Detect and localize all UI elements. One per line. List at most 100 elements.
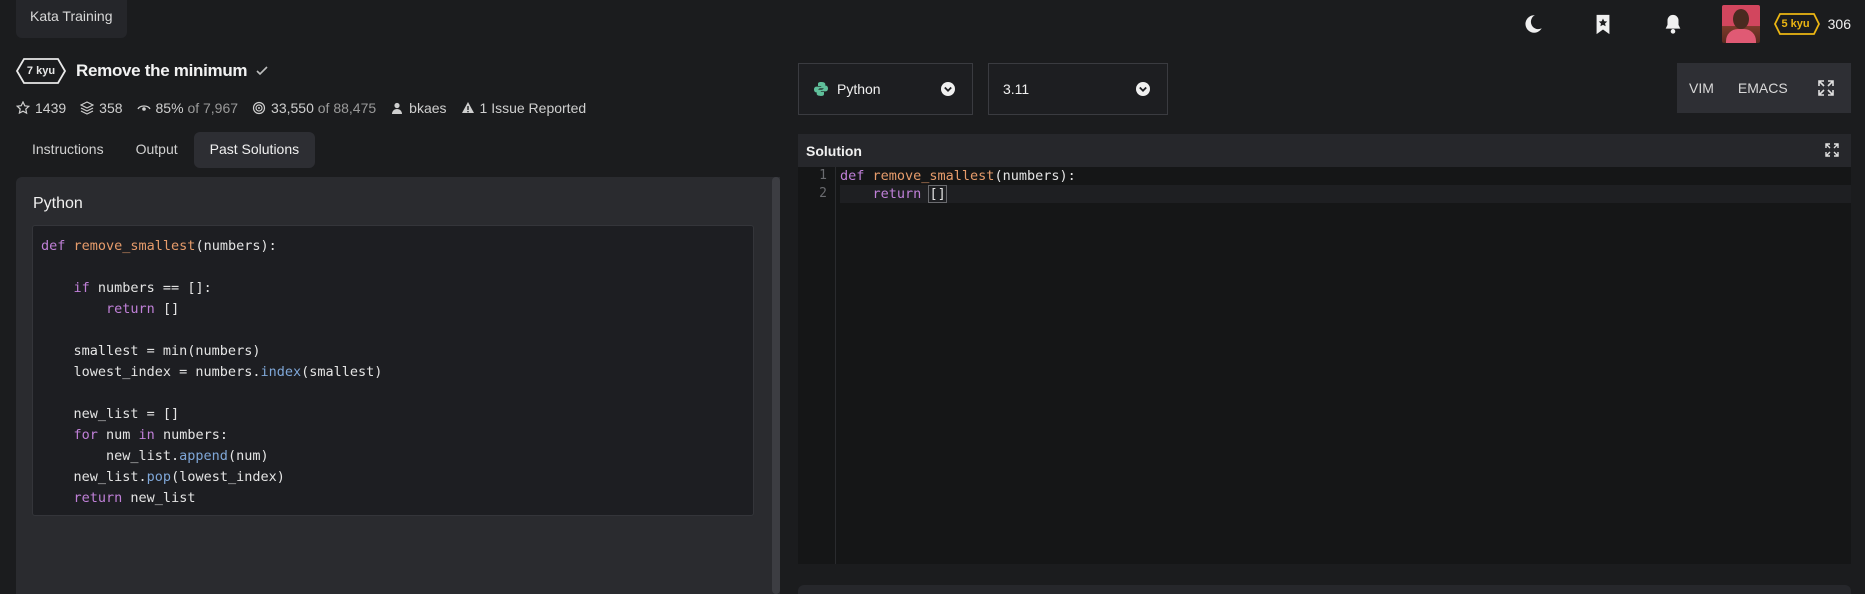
emacs-button[interactable]: EMACS bbox=[1726, 63, 1800, 113]
stars-stat[interactable]: 1439 bbox=[16, 100, 66, 116]
kata-rank-badge: 7 kyu bbox=[16, 58, 66, 84]
code-token: index bbox=[260, 364, 302, 380]
fullscreen-button[interactable] bbox=[1800, 63, 1851, 113]
top-bar: Kata Training 5 kyu 306 bbox=[0, 0, 1865, 48]
python-icon bbox=[814, 82, 828, 96]
bell-icon[interactable] bbox=[1662, 13, 1684, 35]
bookmark-star-icon[interactable] bbox=[1592, 13, 1614, 35]
language-select-value: Python bbox=[837, 81, 881, 97]
code-line: def remove_smallest(numbers): bbox=[840, 167, 1851, 185]
code-line: if numbers == []: bbox=[41, 278, 745, 299]
code-line: for num in numbers: bbox=[41, 425, 745, 446]
kata-training-label[interactable]: Kata Training bbox=[16, 0, 127, 38]
line-number: 1 bbox=[819, 168, 827, 183]
tab-output[interactable]: Output bbox=[120, 132, 194, 168]
expand-icon bbox=[1817, 80, 1834, 96]
completed-stat: 33,550 of 88,475 bbox=[252, 100, 376, 116]
kata-tabs: Instructions Output Past Solutions bbox=[16, 132, 316, 168]
code-token: smallest = min(numbers) bbox=[41, 343, 261, 359]
code-line: return [] bbox=[840, 185, 1851, 203]
code-token: def bbox=[41, 238, 74, 254]
code-token: pop bbox=[146, 469, 172, 485]
kata-rank-label: 7 kyu bbox=[26, 65, 56, 77]
code-token: remove_smallest bbox=[73, 238, 196, 254]
code-token: [] bbox=[154, 301, 180, 317]
code-token: (lowest_index) bbox=[171, 469, 285, 485]
target-icon bbox=[252, 101, 266, 115]
code-token: def bbox=[840, 168, 873, 184]
tab-instructions[interactable]: Instructions bbox=[16, 132, 120, 168]
eye-icon bbox=[136, 105, 151, 111]
honor-points: 306 bbox=[1827, 16, 1851, 32]
check-icon bbox=[256, 66, 268, 76]
star-icon bbox=[16, 101, 30, 115]
code-token: (num) bbox=[227, 448, 269, 464]
code-token: lowest_index = numbers. bbox=[41, 364, 261, 380]
user-rank-badge: 5 kyu bbox=[1773, 13, 1820, 35]
code-token: return bbox=[872, 186, 922, 202]
code-token: (numbers): bbox=[195, 238, 277, 254]
code-token: numbers: bbox=[154, 427, 228, 443]
vim-button[interactable]: VIM bbox=[1677, 63, 1726, 113]
warning-icon bbox=[461, 102, 474, 113]
top-right-toolbar: 5 kyu 306 bbox=[1498, 5, 1851, 43]
version-select-value: 3.11 bbox=[1003, 81, 1030, 97]
code-token: in bbox=[138, 427, 155, 443]
code-line: lowest_index = numbers.index(smallest) bbox=[41, 362, 745, 383]
chevron-down-icon bbox=[1136, 82, 1150, 96]
issues-stat[interactable]: 1 Issue Reported bbox=[461, 100, 586, 116]
user-icon bbox=[392, 102, 403, 114]
code-token: remove_smallest bbox=[872, 168, 995, 184]
code-token: new_list bbox=[122, 490, 196, 506]
code-line: def remove_smallest(numbers): bbox=[41, 236, 745, 257]
code-token: [] bbox=[928, 185, 947, 203]
expand-icon[interactable] bbox=[1825, 143, 1839, 157]
panel-scrollbar[interactable] bbox=[772, 177, 780, 594]
code-token: numbers == []: bbox=[89, 280, 212, 296]
past-solution-code: def remove_smallest(numbers): if numbers… bbox=[32, 225, 754, 516]
code-token: new_list. bbox=[41, 469, 147, 485]
code-token: if bbox=[73, 280, 90, 296]
moon-icon[interactable] bbox=[1522, 13, 1544, 35]
author-stat[interactable]: bkaes bbox=[390, 100, 447, 116]
kata-title: Remove the minimum bbox=[76, 61, 248, 80]
language-select[interactable]: Python bbox=[798, 63, 973, 115]
satisfaction-stat: 85% of 7,967 bbox=[136, 100, 238, 116]
code-line: new_list.pop(lowest_index) bbox=[41, 467, 745, 488]
code-line: new_list.append(num) bbox=[41, 446, 745, 467]
code-line: return [] bbox=[41, 299, 745, 320]
code-line: smallest = min(numbers) bbox=[41, 341, 745, 362]
code-token: num bbox=[97, 427, 139, 443]
version-select[interactable]: 3.11 bbox=[988, 63, 1168, 115]
editor-header: Solution bbox=[798, 134, 1851, 167]
solution-language-heading: Python bbox=[33, 195, 83, 212]
code-editor[interactable]: 1 2 def remove_smallest(numbers): return… bbox=[798, 167, 1851, 564]
avatar[interactable] bbox=[1721, 5, 1760, 43]
editor-lines[interactable]: def remove_smallest(numbers): return [] bbox=[840, 167, 1851, 203]
code-line: new_list = [] bbox=[41, 404, 745, 425]
code-line: return new_list bbox=[41, 488, 745, 509]
editor-title: Solution bbox=[806, 142, 862, 159]
code-token: (smallest) bbox=[301, 364, 383, 380]
code-token: return bbox=[73, 490, 123, 506]
collections-stat[interactable]: 358 bbox=[80, 100, 123, 116]
past-solutions-panel: Python def remove_smallest(numbers): if … bbox=[16, 177, 780, 594]
line-number: 2 bbox=[819, 186, 827, 201]
code-token: (numbers): bbox=[994, 168, 1076, 184]
code-token: append bbox=[179, 448, 228, 464]
kata-title-row: 7 kyu Remove the minimum bbox=[16, 58, 269, 84]
tab-past-solutions[interactable]: Past Solutions bbox=[193, 132, 316, 168]
user-rank-label: 5 kyu bbox=[1781, 18, 1810, 30]
kata-stats: 1439 358 85% of 7,967 33,550 of 88,475 b… bbox=[16, 100, 600, 116]
code-token: new_list = [] bbox=[41, 406, 180, 422]
layers-icon bbox=[80, 101, 95, 115]
bottom-panel-edge bbox=[798, 585, 1851, 594]
